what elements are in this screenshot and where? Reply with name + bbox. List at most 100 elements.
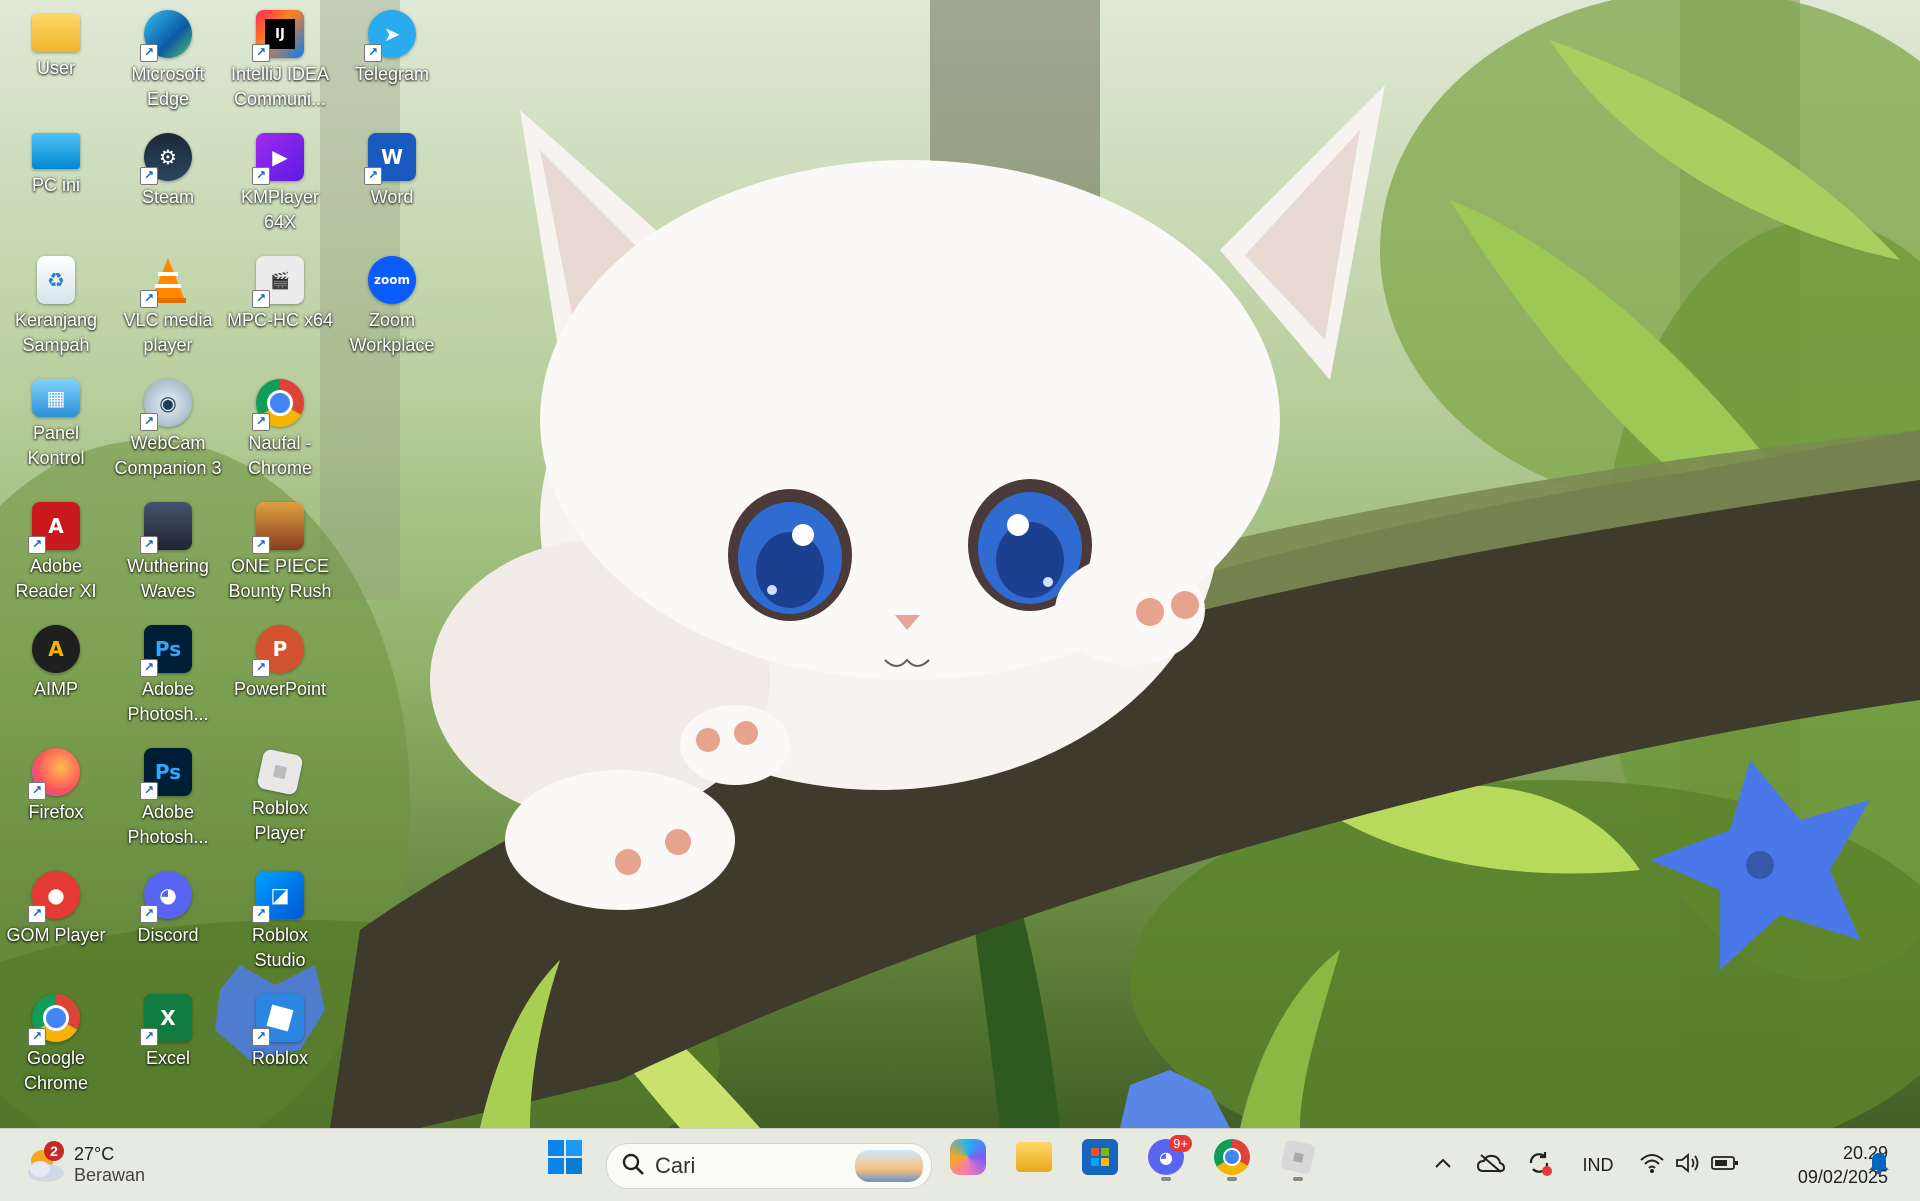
speaker-icon xyxy=(1675,1152,1701,1179)
battery-icon xyxy=(1711,1155,1739,1176)
microsoft-store-button[interactable] xyxy=(1072,1129,1128,1185)
desktop-icon-gom-player[interactable]: ● ↗ GOM Player xyxy=(0,861,112,979)
desktop-icon-microsoft-edge[interactable]: ↗ Microsoft Edge xyxy=(112,0,224,118)
edge-icon: ↗ xyxy=(140,10,192,62)
folder-icon xyxy=(32,14,80,52)
desktop-icon-recycle-bin[interactable]: ♻ Keranjang Sampah xyxy=(0,246,112,364)
one-piece-icon: ↗ xyxy=(252,502,304,554)
desktop-icon-pc-ini[interactable]: PC ini xyxy=(0,123,112,241)
windows-start-icon xyxy=(548,1140,582,1174)
desktop-icon-webcam-companion[interactable]: ◉ ↗ WebCam Companion 3 xyxy=(112,369,224,487)
search-highlight-image xyxy=(855,1150,923,1182)
desktop-icon-steam[interactable]: ⚙ ↗ Steam xyxy=(112,123,224,241)
desktop-icon-label: PowerPoint xyxy=(233,679,327,699)
desktop-icon-word[interactable]: W ↗ Word xyxy=(336,123,448,241)
desktop-icon-label: ONE PIECE Bounty Rush xyxy=(228,556,332,601)
shortcut-arrow-icon: ↗ xyxy=(252,659,270,677)
vlc-icon: ↗ xyxy=(140,256,192,308)
firefox-icon: ↗ xyxy=(28,748,80,800)
store-icon xyxy=(1082,1139,1118,1175)
desktop-icon-label: Telegram xyxy=(354,64,430,84)
chrome-taskbar-button[interactable] xyxy=(1204,1129,1260,1185)
desktop-icon-telegram[interactable]: ➤ ↗ Telegram xyxy=(336,0,448,118)
desktop-icon-label: Wuthering Waves xyxy=(127,556,209,601)
desktop-icon-kmplayer[interactable]: ▶ ↗ KMPlayer 64X xyxy=(224,123,336,241)
telegram-icon: ➤ ↗ xyxy=(364,10,416,62)
notifications-button[interactable] xyxy=(1862,1129,1896,1201)
photoshop-icon: Ps ↗ xyxy=(140,748,192,800)
desktop-icon-roblox[interactable]: ↗ Roblox xyxy=(224,984,336,1102)
desktop-icon-label: Adobe Photosh... xyxy=(127,802,209,847)
onedrive-offline-icon xyxy=(1476,1153,1506,1178)
copilot-button[interactable] xyxy=(940,1129,996,1185)
desktop-icon-photoshop-1[interactable]: Ps ↗ Adobe Photosh... xyxy=(112,615,224,733)
chrome-profile-icon: ↗ xyxy=(252,379,304,431)
copilot-icon xyxy=(950,1139,986,1175)
desktop-icon-label: Adobe Reader XI xyxy=(15,556,97,601)
recycle-bin-icon: ♻ xyxy=(37,256,75,304)
desktop-icon-google-chrome[interactable]: ↗ Google Chrome xyxy=(0,984,112,1102)
desktop-icon-label: Firefox xyxy=(28,802,84,822)
sync-icon xyxy=(1525,1149,1553,1182)
desktop-icon-zoom[interactable]: zoom Zoom Workplace xyxy=(336,246,448,364)
wuthering-waves-icon: ↗ xyxy=(140,502,192,554)
desktop-icon-powerpoint[interactable]: P ↗ PowerPoint xyxy=(224,615,336,733)
desktop-icon-naufal-chrome[interactable]: ↗ Naufal - Chrome xyxy=(224,369,336,487)
cloudy-weather-icon: 2 xyxy=(22,1141,70,1185)
desktop-icon-one-piece[interactable]: ↗ ONE PIECE Bounty Rush xyxy=(224,492,336,610)
wifi-tray-button[interactable] xyxy=(1636,1129,1668,1201)
desktop-icon-roblox-studio[interactable]: ◪ ↗ Roblox Studio xyxy=(224,861,336,979)
desktop-icon-roblox-player[interactable]: Roblox Player xyxy=(224,738,336,856)
kmplayer-icon: ▶ ↗ xyxy=(252,133,304,185)
volume-tray-button[interactable] xyxy=(1672,1129,1704,1201)
shortcut-arrow-icon: ↗ xyxy=(140,413,158,431)
weather-widget[interactable]: 2 27°C Berawan xyxy=(22,1129,182,1201)
roblox-studio-icon: ◪ ↗ xyxy=(252,871,304,923)
shortcut-arrow-icon: ↗ xyxy=(140,536,158,554)
sync-tray-button[interactable] xyxy=(1522,1129,1556,1201)
shortcut-arrow-icon: ↗ xyxy=(140,782,158,800)
desktop-icon-discord[interactable]: ◕ ↗ Discord xyxy=(112,861,224,979)
desktop-icon-adobe-reader[interactable]: A ↗ Adobe Reader XI xyxy=(0,492,112,610)
desktop-icon-label: Microsoft Edge xyxy=(131,64,205,109)
roblox-taskbar-button[interactable] xyxy=(1270,1129,1326,1185)
desktop-icon-label: Steam xyxy=(141,187,195,207)
shortcut-arrow-icon: ↗ xyxy=(252,1028,270,1046)
desktop-icon-label: Adobe Photosh... xyxy=(127,679,209,724)
desktop-icon-label: WebCam Companion 3 xyxy=(114,433,222,478)
desktop-icon-excel[interactable]: X ↗ Excel xyxy=(112,984,224,1102)
desktop-icon-firefox[interactable]: ↗ Firefox xyxy=(0,738,112,856)
chrome-icon: ↗ xyxy=(28,994,80,1046)
start-button[interactable] xyxy=(537,1129,593,1185)
battery-tray-button[interactable] xyxy=(1708,1129,1742,1201)
desktop-icon-aimp[interactable]: A AIMP xyxy=(0,615,112,733)
desktop-icon-user[interactable]: User xyxy=(0,0,112,118)
desktop-icon-vlc[interactable]: ↗ VLC media player xyxy=(112,246,224,364)
onedrive-tray-button[interactable] xyxy=(1474,1129,1508,1201)
shortcut-arrow-icon: ↗ xyxy=(364,167,382,185)
file-explorer-button[interactable] xyxy=(1006,1129,1062,1185)
shortcut-arrow-icon: ↗ xyxy=(140,44,158,62)
input-language-indicator[interactable]: IND xyxy=(1578,1129,1618,1201)
shortcut-arrow-icon: ↗ xyxy=(364,44,382,62)
desktop-icon-label: GOM Player xyxy=(6,925,106,945)
discord-taskbar-button[interactable]: ◕ 9+ xyxy=(1138,1129,1194,1185)
weather-condition: Berawan xyxy=(74,1165,146,1185)
aimp-icon: A xyxy=(32,625,80,673)
desktop-icon-photoshop-2[interactable]: Ps ↗ Adobe Photosh... xyxy=(112,738,224,856)
taskbar-search-box[interactable]: Cari xyxy=(606,1143,932,1189)
show-hidden-icons-button[interactable] xyxy=(1428,1129,1458,1201)
desktop-icon-intellij[interactable]: IJ ↗ IntelliJ IDEA Communi... xyxy=(224,0,336,118)
powerpoint-icon: P ↗ xyxy=(252,625,304,677)
desktop-icon-control-panel[interactable]: ▦ Panel Kontrol xyxy=(0,369,112,487)
shortcut-arrow-icon: ↗ xyxy=(28,536,46,554)
desktop-icon-wuthering-waves[interactable]: ↗ Wuthering Waves xyxy=(112,492,224,610)
desktop-icon-label: Word xyxy=(370,187,414,207)
desktop-icon-label: Discord xyxy=(137,925,199,945)
desktop-icon-label: MPC-HC x64 xyxy=(226,310,333,330)
shortcut-arrow-icon: ↗ xyxy=(252,167,270,185)
bell-icon xyxy=(1868,1151,1890,1180)
desktop-icon-label: AIMP xyxy=(33,679,78,699)
desktop-icon-mpc-hc[interactable]: 🎬 ↗ MPC-HC x64 xyxy=(224,246,336,364)
desktop-icon-label: Roblox Studio xyxy=(251,925,309,970)
